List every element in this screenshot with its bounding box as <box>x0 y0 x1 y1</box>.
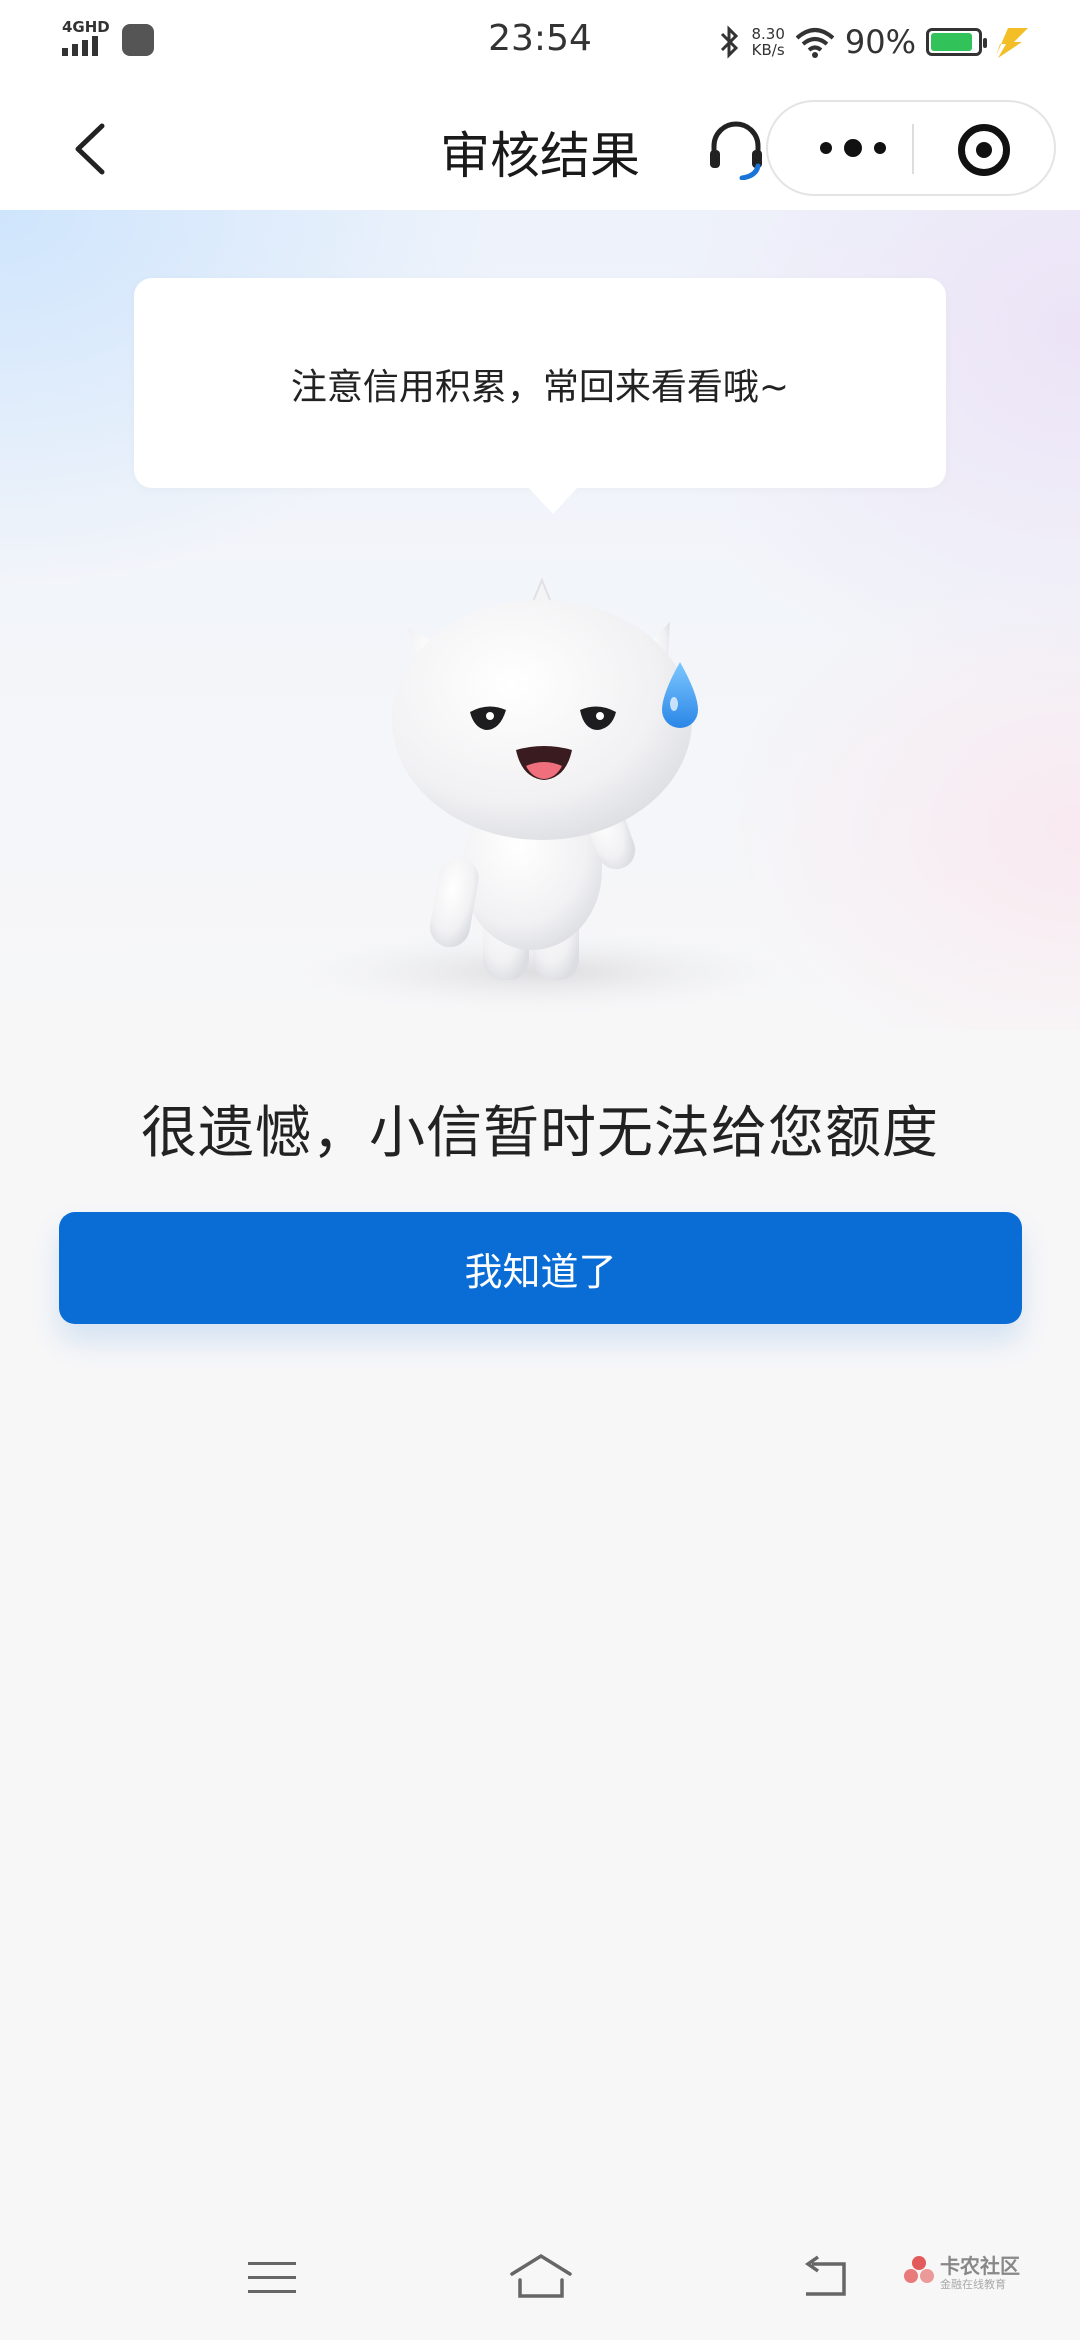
bubble-text: 注意信用积累，常回来看看哦~ <box>290 367 790 408</box>
mini-program-capsule <box>766 100 1056 196</box>
capsule-divider <box>912 124 914 174</box>
home-icon[interactable] <box>508 2250 574 2302</box>
network-speed: 8.30 KB/s <box>751 26 784 58</box>
back-icon[interactable] <box>796 2254 852 2300</box>
speed-value: 8.30 <box>751 25 785 43</box>
watermark-subtitle: 金融在线教育 <box>940 2278 1006 2291</box>
mascot-illustration <box>297 577 787 1012</box>
result-message: 很遗憾，小信暂时无法给您额度 <box>141 1101 939 1166</box>
status-right: 8.30 KB/s 90% <box>719 18 1032 66</box>
target-circle-icon[interactable] <box>958 124 1010 176</box>
charging-bolt-icon <box>996 28 1028 58</box>
bluetooth-icon <box>721 25 739 59</box>
speed-unit: KB/s <box>751 41 785 59</box>
system-navigation-bar: 卡农社区 金融在线教育 <box>0 2236 1080 2340</box>
speech-bubble: 注意信用积累，常回来看看哦~ <box>134 278 946 514</box>
more-dots-icon[interactable] <box>808 132 898 164</box>
nav-bar: 审核结果 <box>0 86 1080 210</box>
headset-icon[interactable] <box>704 116 768 180</box>
watermark-logo-icon <box>904 2256 934 2283</box>
acknowledge-button[interactable]: 我知道了 <box>59 1212 1022 1324</box>
battery-fill <box>931 33 972 51</box>
wifi-icon <box>795 28 835 58</box>
battery-icon <box>926 28 987 56</box>
watermark: 卡农社区 金融在线教育 <box>902 2250 1062 2298</box>
battery-percent: 90% <box>844 23 916 61</box>
menu-icon[interactable] <box>246 2258 298 2298</box>
watermark-title: 卡农社区 <box>940 2254 1020 2278</box>
status-bar: 4GHD 23:54 8.30 KB/s 90% <box>0 0 1080 86</box>
